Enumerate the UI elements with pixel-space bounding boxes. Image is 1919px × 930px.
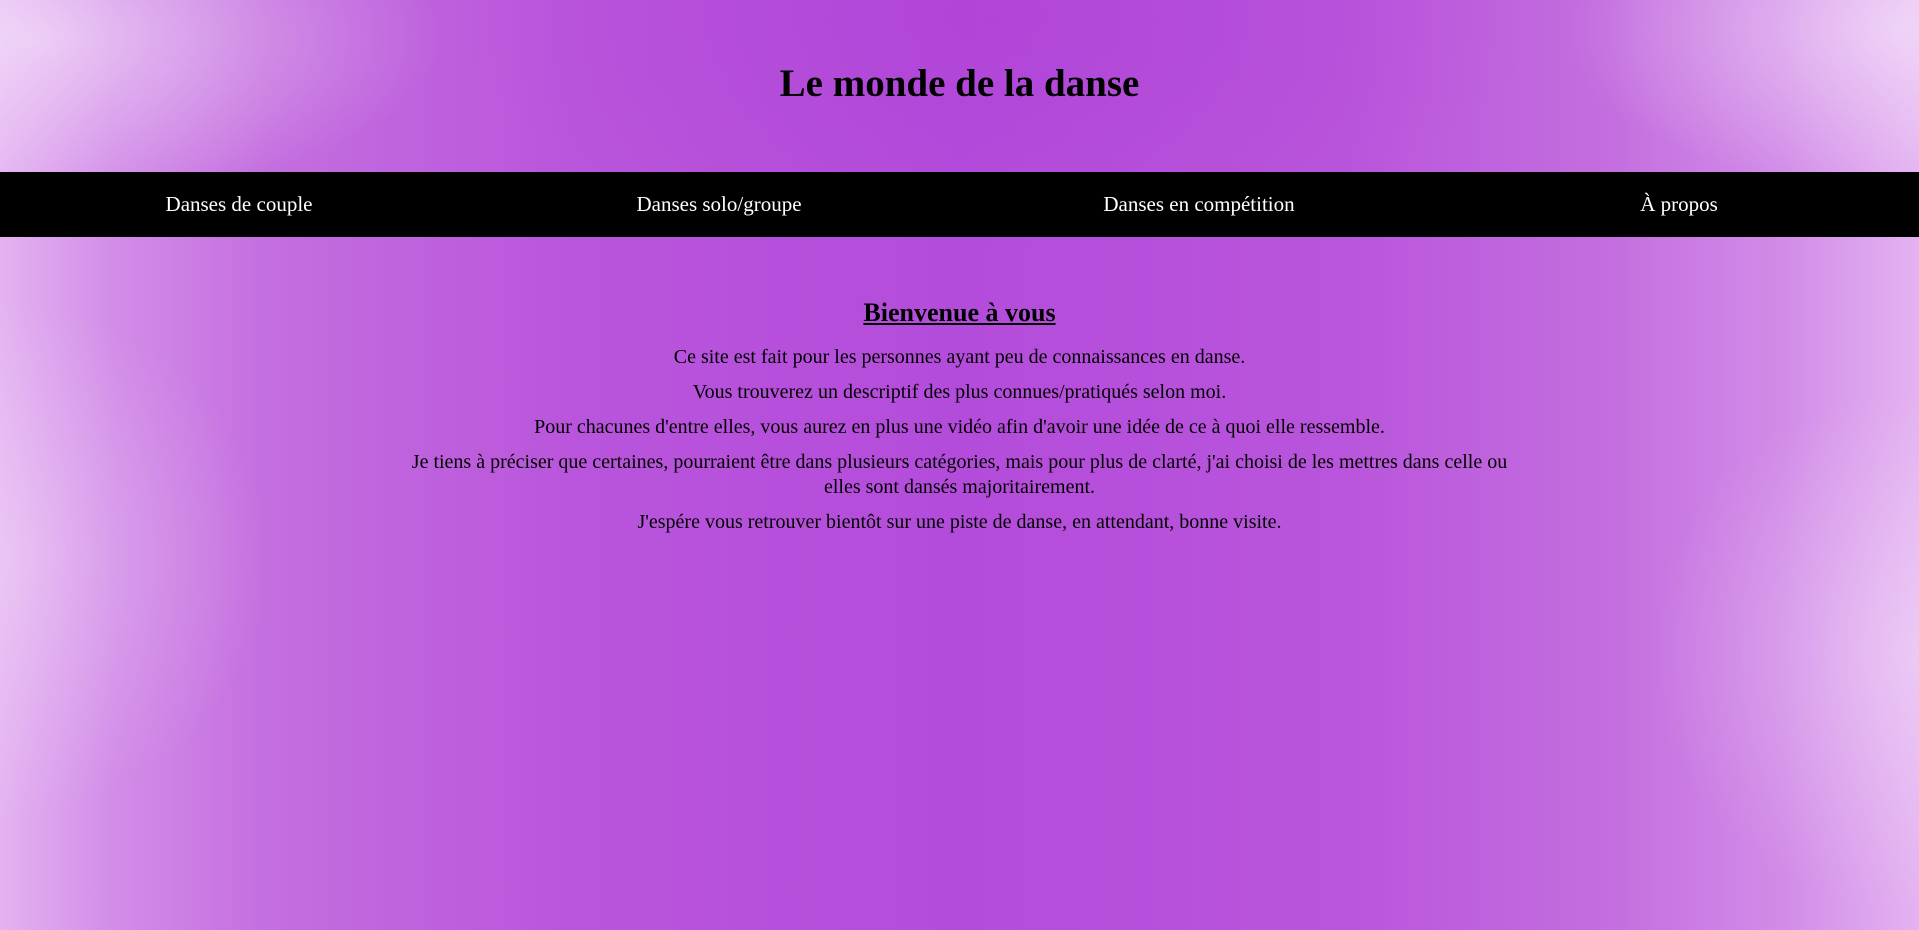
site-title: Le monde de la danse	[779, 62, 1140, 105]
main-content: Bienvenue à vous Ce site est fait pour l…	[0, 296, 1919, 545]
nav-link-a-propos[interactable]: À propos	[1640, 172, 1718, 237]
welcome-heading: Bienvenue à vous	[863, 298, 1056, 327]
intro-paragraph: Vous trouverez un descriptif des plus co…	[692, 381, 1227, 403]
intro-paragraph: J'espére vous retrouver bientôt sur une …	[637, 511, 1282, 533]
nav-link-danses-solo-groupe[interactable]: Danses solo/groupe	[636, 172, 801, 237]
nav-link-danses-en-competition[interactable]: Danses en compétition	[1103, 172, 1294, 237]
intro-text: Ce site est fait pour les personnes ayan…	[410, 345, 1510, 535]
intro-paragraph: Ce site est fait pour les personnes ayan…	[673, 346, 1246, 368]
intro-paragraph: Pour chacunes d'entre elles, vous aurez …	[534, 416, 1385, 438]
intro-paragraph: Je tiens à préciser que certaines, pourr…	[411, 451, 1508, 498]
main-nav: Danses de couple Danses solo/groupe Dans…	[0, 172, 1919, 237]
nav-link-danses-de-couple[interactable]: Danses de couple	[166, 172, 313, 237]
site-header: Le monde de la danse	[0, 0, 1919, 172]
